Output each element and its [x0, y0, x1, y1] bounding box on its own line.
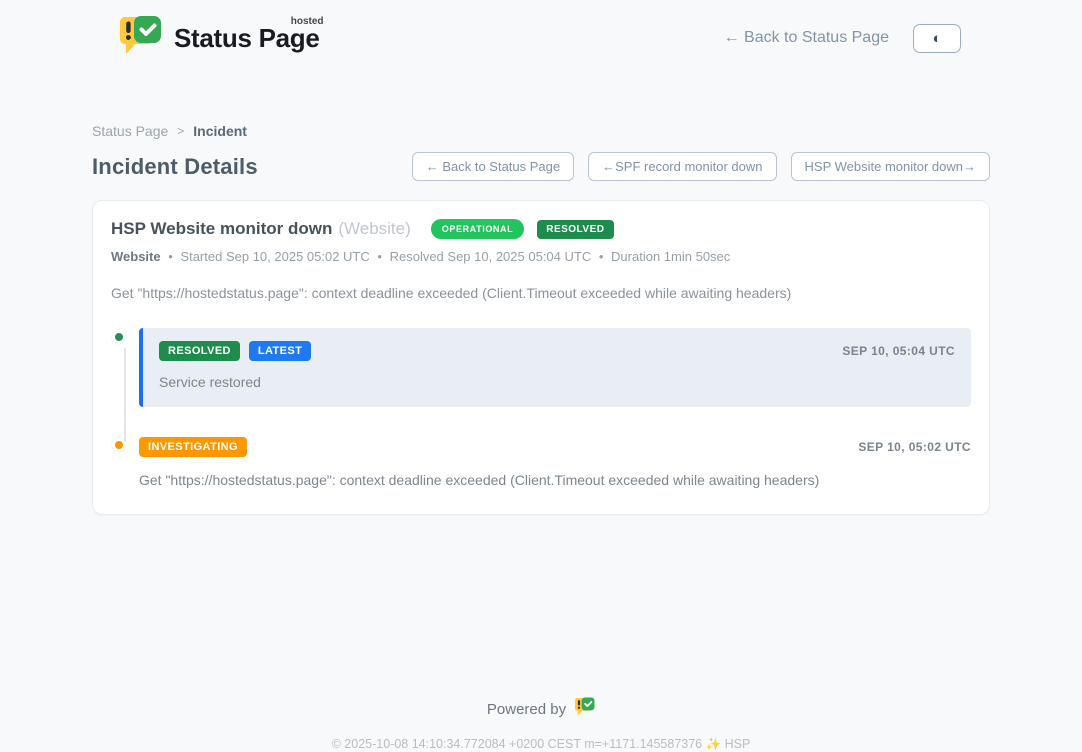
meta-separator: • — [599, 249, 604, 264]
timeline-gutter — [111, 436, 139, 488]
latest-update-badge: LATEST — [249, 341, 311, 361]
incident-timeline: RESOLVED LATEST SEP 10, 05:04 UTC Servic… — [111, 328, 971, 488]
main-content: Status Page > Incident Incident Details … — [92, 123, 990, 515]
theme-contrast-icon: ◐ — [932, 31, 941, 46]
meta-started: Started Sep 10, 2025 05:02 UTC — [180, 249, 369, 264]
prev-incident-button[interactable]: ←SPF record monitor down — [588, 152, 776, 181]
resolved-status-badge: RESOLVED — [537, 220, 613, 239]
powered-by[interactable]: Powered by — [487, 697, 595, 721]
status-page-logo-icon — [118, 15, 162, 62]
breadcrumb-incident: Incident — [193, 123, 247, 139]
breadcrumb-separator: > — [177, 124, 184, 138]
theme-toggle-button[interactable]: ◐ — [913, 24, 961, 53]
meta-separator: • — [168, 249, 173, 264]
incident-component: (Website) — [338, 219, 410, 239]
update-message: Get "https://hostedstatus.page": context… — [139, 472, 971, 488]
timeline-gutter — [111, 328, 139, 407]
timeline-dot-green — [112, 330, 126, 344]
incident-card: HSP Website monitor down (Website) OPERA… — [92, 200, 990, 515]
header: Status Page hosted ← Back to Status Page… — [0, 0, 1082, 76]
meta-component: Website — [111, 249, 161, 264]
update-timestamp: SEP 10, 05:04 UTC — [842, 344, 955, 358]
meta-resolved: Resolved Sep 10, 2025 05:04 UTC — [390, 249, 592, 264]
update-message: Service restored — [159, 374, 955, 390]
investigating-update-badge: INVESTIGATING — [139, 437, 247, 457]
timeline-badge-row: RESOLVED LATEST SEP 10, 05:04 UTC — [159, 341, 955, 361]
back-to-status-page-button[interactable]: ← Back to Status Page — [412, 152, 574, 181]
timeline-update-card: RESOLVED LATEST SEP 10, 05:04 UTC Servic… — [139, 328, 971, 407]
logo-hosted-badge: hosted — [291, 16, 324, 27]
timeline-badge-row: INVESTIGATING SEP 10, 05:02 UTC — [139, 437, 971, 457]
incident-title: HSP Website monitor down — [111, 219, 332, 239]
logo-text: Status Page — [174, 23, 320, 53]
footer: Powered by © 2025-10-08 14:10:34.772084 … — [0, 697, 1082, 752]
title-row: Incident Details ← Back to Status Page ←… — [92, 152, 990, 181]
status-page-logo-icon-small — [574, 697, 595, 721]
timeline-dot-orange — [112, 438, 126, 452]
header-back-link[interactable]: ← Back to Status Page — [724, 29, 889, 47]
incident-description: Get "https://hostedstatus.page": context… — [111, 285, 971, 301]
incident-title-row: HSP Website monitor down (Website) OPERA… — [111, 219, 971, 239]
breadcrumb: Status Page > Incident — [92, 123, 990, 139]
copyright-line: © 2025-10-08 14:10:34.772084 +0200 CEST … — [0, 737, 1082, 752]
header-right: ← Back to Status Page ◐ — [724, 24, 961, 53]
incident-nav-buttons: ← Back to Status Page ←SPF record monito… — [412, 152, 990, 181]
update-timestamp: SEP 10, 05:02 UTC — [858, 440, 971, 454]
powered-by-label: Powered by — [487, 701, 566, 718]
meta-separator: • — [377, 249, 382, 264]
timeline-entry-investigating: INVESTIGATING SEP 10, 05:02 UTC Get "htt… — [111, 436, 971, 488]
operational-badge: OPERATIONAL — [431, 219, 524, 239]
page-title: Incident Details — [92, 154, 258, 180]
incident-meta: Website • Started Sep 10, 2025 05:02 UTC… — [111, 249, 971, 264]
logo-text-wrap: Status Page hosted — [174, 23, 324, 54]
meta-duration: Duration 1min 50sec — [611, 249, 730, 264]
resolved-update-badge: RESOLVED — [159, 341, 240, 361]
logo[interactable]: Status Page hosted — [118, 15, 324, 62]
next-incident-button[interactable]: HSP Website monitor down→ — [791, 152, 990, 181]
timeline-update-plain: INVESTIGATING SEP 10, 05:02 UTC Get "htt… — [139, 436, 971, 488]
timeline-entry-resolved: RESOLVED LATEST SEP 10, 05:04 UTC Servic… — [111, 328, 971, 407]
breadcrumb-status-page[interactable]: Status Page — [92, 123, 168, 139]
